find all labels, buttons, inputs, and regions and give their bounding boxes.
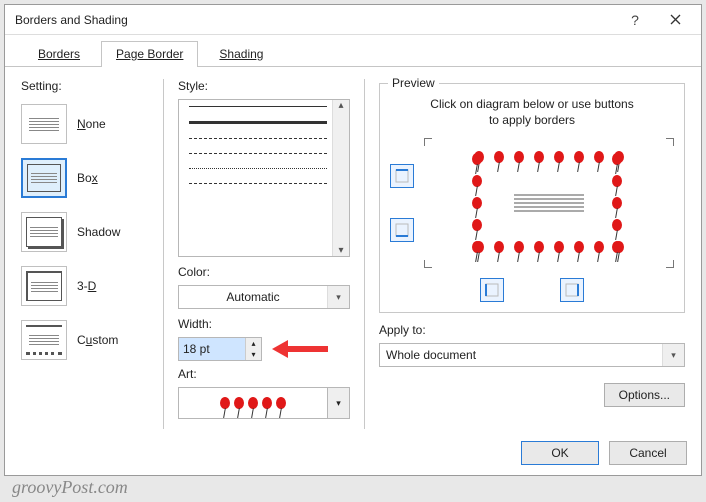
preview-column: Preview Click on diagram below or use bu… (379, 79, 685, 429)
ok-button[interactable]: OK (521, 441, 599, 465)
close-button[interactable] (655, 6, 695, 34)
setting-shadow[interactable]: Shadow (21, 207, 149, 257)
scroll-down-icon[interactable]: ▾ (338, 245, 343, 256)
art-label: Art: (178, 367, 350, 381)
page-preview[interactable] (424, 138, 674, 268)
cancel-button[interactable]: Cancel (609, 441, 687, 465)
style-line-dashdot[interactable] (189, 183, 327, 184)
tab-borders[interactable]: Borders (23, 41, 95, 67)
preview-legend: Preview (388, 76, 439, 90)
setting-none-icon (21, 104, 67, 144)
width-value[interactable]: 18 pt (179, 338, 245, 360)
balloon-icon (276, 397, 286, 409)
divider (163, 79, 164, 429)
border-bottom-button[interactable] (390, 218, 414, 242)
help-button[interactable]: ? (615, 6, 655, 34)
border-right-button[interactable] (560, 278, 584, 302)
art-value (178, 387, 328, 419)
style-line-dotted[interactable] (189, 168, 327, 169)
art-combo[interactable]: ▾ (178, 387, 350, 419)
tab-shading[interactable]: Shading (204, 41, 278, 67)
divider (364, 79, 365, 429)
setting-3d[interactable]: 3-D (21, 261, 149, 311)
chevron-down-icon: ▾ (327, 286, 349, 308)
spinner-down-button[interactable]: ▾ (246, 349, 261, 360)
tab-page-border[interactable]: Page Border (101, 41, 198, 67)
color-value: Automatic (179, 290, 327, 304)
scroll-up-icon[interactable]: ▴ (338, 100, 343, 111)
style-list[interactable]: ▴ ▾ (178, 99, 350, 257)
preview-area (390, 138, 674, 268)
options-button[interactable]: Options... (604, 383, 685, 407)
setting-box-icon (21, 158, 67, 198)
setting-shadow-icon (21, 212, 67, 252)
balloon-icon (220, 397, 230, 409)
preview-hint: Click on diagram below or use buttons to… (390, 96, 674, 128)
dialog-body: Setting: None Box (5, 67, 701, 437)
color-label: Color: (178, 265, 350, 279)
chevron-down-icon: ▾ (328, 387, 350, 419)
dialog-buttons: OK Cancel (521, 441, 687, 465)
setting-column: Setting: None Box (21, 79, 149, 429)
width-spinner[interactable]: 18 pt ▴ ▾ (178, 337, 262, 361)
watermark: groovyPost.com (12, 477, 128, 498)
setting-box[interactable]: Box (21, 153, 149, 203)
chevron-down-icon: ▾ (662, 344, 684, 366)
borders-shading-dialog: Borders and Shading ? Borders Page Borde… (4, 4, 702, 476)
border-left-button[interactable] (480, 278, 504, 302)
setting-3d-icon (21, 266, 67, 306)
spinner-up-button[interactable]: ▴ (246, 338, 261, 349)
color-combo[interactable]: Automatic ▾ (178, 285, 350, 309)
apply-to-label: Apply to: (379, 323, 685, 337)
style-scrollbar[interactable]: ▴ ▾ (332, 100, 349, 256)
style-column: Style: ▴ ▾ Color: Automatic ▾ (178, 79, 350, 429)
titlebar: Borders and Shading ? (5, 5, 701, 35)
style-line-dashed2[interactable] (189, 153, 327, 154)
balloon-icon (262, 397, 272, 409)
apply-to-combo[interactable]: Whole document ▾ (379, 343, 685, 367)
setting-custom-icon (21, 320, 67, 360)
setting-custom[interactable]: Custom (21, 315, 149, 365)
apply-to-value: Whole document (380, 348, 662, 362)
style-line-thick[interactable] (189, 121, 327, 124)
setting-none[interactable]: None (21, 99, 149, 149)
setting-label: Setting: (21, 79, 149, 93)
border-top-button[interactable] (390, 164, 414, 188)
dialog-title: Borders and Shading (15, 13, 615, 27)
balloon-icon (234, 397, 244, 409)
style-line-solid[interactable] (189, 106, 327, 107)
style-label: Style: (178, 79, 350, 93)
page-content-icon (514, 194, 584, 212)
balloon-icon (248, 397, 258, 409)
preview-fieldset: Preview Click on diagram below or use bu… (379, 83, 685, 313)
width-label: Width: (178, 317, 350, 331)
apply-to-row: Apply to: Whole document ▾ (379, 323, 685, 375)
callout-arrow-icon (270, 337, 330, 361)
close-icon (670, 14, 681, 25)
style-line-dashed[interactable] (189, 138, 327, 139)
tab-strip: Borders Page Border Shading (5, 35, 701, 67)
